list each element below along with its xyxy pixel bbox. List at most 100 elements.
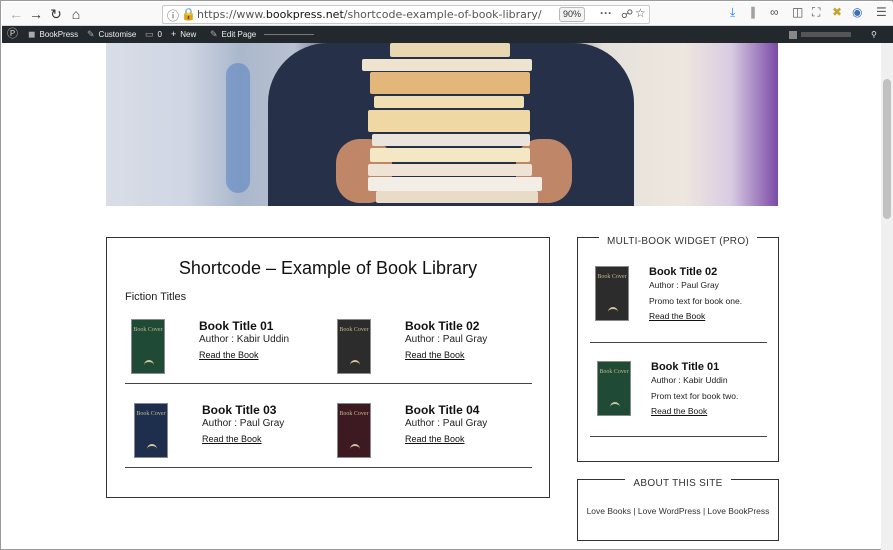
book-card: Book Cover Book Title 04 Author : Paul G… — [331, 403, 531, 473]
customise-item[interactable]: ✎ Customise — [87, 26, 136, 43]
book-title: Book Title 01 — [199, 319, 274, 333]
book-cover-label: Book Cover — [339, 411, 369, 417]
book-cover-label: Book Cover — [339, 327, 369, 333]
sidebar-icon[interactable]: ◫ — [792, 5, 803, 19]
avatar — [789, 30, 797, 39]
hero-book — [372, 134, 530, 146]
wordpress-logo-icon[interactable]: Ⓟ — [7, 26, 22, 43]
widget-title-wrap: ABOUT THIS SITE — [578, 473, 778, 491]
info-icon[interactable]: ⓘ — [167, 7, 179, 24]
hero-book — [370, 72, 530, 94]
browser-window: ← → ↻ ⌂ ⓘ 🔒 https://www.bookpress.net/sh… — [0, 0, 893, 550]
library-icon[interactable]: ∥ — [750, 5, 756, 19]
book-cover-label: Book Cover — [597, 274, 627, 280]
hero-book-stack — [390, 43, 510, 57]
brush-icon: ✎ — [87, 29, 95, 39]
book-cover[interactable]: Book Cover — [134, 403, 168, 458]
book-title: Book Title 04 — [405, 403, 480, 417]
book-promo: Promo text for book one. — [649, 296, 743, 306]
forward-icon[interactable]: → — [26, 4, 46, 24]
url-text[interactable]: https://www.bookpress.net/shortcode-exam… — [197, 8, 542, 21]
book-cover[interactable]: Book Cover — [337, 319, 371, 374]
multi-book-widget: MULTI-BOOK WIDGET (PRO) Book Cover Book … — [577, 236, 779, 462]
read-book-link[interactable]: Read the Book — [651, 406, 707, 416]
widget-book: Book Cover Book Title 01 Author : Kabir … — [592, 361, 770, 435]
hero-book — [362, 59, 532, 71]
book-author: Author : Kabir Uddin — [651, 375, 728, 385]
home-icon[interactable]: ⌂ — [66, 4, 86, 24]
comments-item[interactable]: ▭ 0 — [145, 26, 162, 43]
username-redacted — [801, 32, 851, 38]
book-author: Author : Paul Gray — [405, 418, 488, 429]
book-author: Author : Paul Gray — [649, 280, 719, 290]
widget-title: ABOUT THIS SITE — [625, 478, 731, 489]
lock-icon[interactable]: 🔒 — [181, 7, 196, 21]
book-author: Author : Paul Gray — [405, 334, 488, 345]
book-author: Author : Kabir Uddin — [199, 334, 290, 345]
tracking-shield-icon[interactable]: ☍ — [621, 7, 633, 21]
book-title: Book Title 02 — [405, 319, 480, 333]
cover-logo-icon — [350, 444, 360, 450]
pencil-icon: ✎ — [210, 29, 218, 39]
cover-logo-icon — [608, 307, 618, 313]
read-book-link[interactable]: Read the Book — [405, 434, 465, 444]
hero-image — [106, 43, 778, 206]
widget-book: Book Cover Book Title 02 Author : Paul G… — [590, 266, 768, 340]
notification-icon[interactable]: ◉ — [852, 5, 862, 19]
page-scrollbar[interactable] — [881, 43, 893, 550]
read-book-link[interactable]: Read the Book — [199, 350, 259, 360]
book-cover[interactable]: Book Cover — [595, 266, 629, 321]
book-title: Book Title 03 — [202, 403, 277, 417]
widget-title: MULTI-BOOK WIDGET (PRO) — [598, 236, 758, 247]
bookmark-star-icon[interactable]: ☆ — [635, 6, 646, 20]
edit-page-item[interactable]: ✎ Edit Page — [210, 26, 256, 43]
zoom-level[interactable]: 90% — [559, 7, 585, 22]
crop-icon[interactable]: ⛶ — [812, 5, 820, 20]
book-title: Book Title 02 — [649, 266, 718, 278]
book-author: Author : Paul Gray — [202, 418, 285, 429]
hero-book — [374, 96, 524, 108]
book-cover[interactable]: Book Cover — [131, 319, 165, 374]
dashboard-icon: ◼ — [28, 29, 36, 39]
book-card: Book Cover Book Title 02 Author : Paul G… — [331, 319, 531, 389]
row-divider — [125, 467, 532, 468]
widget-title-wrap: MULTI-BOOK WIDGET (PRO) — [578, 231, 778, 249]
site-name-item[interactable]: ◼ BookPress — [28, 26, 78, 43]
hero-book — [368, 177, 542, 191]
book-card: Book Cover Book Title 01 Author : Kabir … — [125, 319, 325, 389]
reload-icon[interactable]: ↻ — [46, 4, 66, 24]
hero-background-figure — [226, 63, 250, 193]
section-heading: Fiction Titles — [125, 291, 187, 303]
download-icon[interactable]: ⤓ — [730, 5, 735, 20]
about-widget: ABOUT THIS SITE Love Books | Love WordPr… — [577, 478, 779, 541]
book-title: Book Title 01 — [651, 361, 720, 373]
book-cover[interactable]: Book Cover — [337, 403, 371, 458]
read-book-link[interactable]: Read the Book — [649, 311, 705, 321]
cover-logo-icon — [147, 444, 157, 450]
reader-icon[interactable]: ∞ — [770, 5, 779, 19]
new-item[interactable]: + New — [171, 26, 196, 43]
book-promo: Prom text for book two. — [651, 391, 739, 401]
cover-logo-icon — [144, 360, 154, 366]
extension-icon[interactable]: ✖ — [832, 5, 842, 19]
page-actions-icon[interactable]: ··· — [600, 6, 612, 20]
user-account-item[interactable] — [789, 26, 851, 43]
wp-admin-bar: Ⓟ ◼ BookPress ✎ Customise ▭ 0 + New ✎ Edit Pa… — [2, 26, 893, 43]
book-cover[interactable]: Book Cover — [597, 361, 631, 416]
hero-book — [370, 148, 530, 162]
cover-logo-icon — [350, 360, 360, 366]
scrollbar-thumb[interactable] — [883, 79, 891, 219]
book-card: Book Cover Book Title 03 Author : Paul G… — [128, 403, 328, 473]
about-text: Love Books | Love WordPress | Love BookP… — [586, 506, 770, 516]
adminbar-search-icon[interactable]: ⚲ — [871, 26, 877, 43]
widget-divider — [590, 436, 767, 437]
read-book-link[interactable]: Read the Book — [202, 434, 262, 444]
back-icon[interactable]: ← — [6, 4, 26, 24]
menu-icon[interactable]: ☰ — [876, 5, 887, 19]
cover-logo-icon — [610, 402, 620, 408]
plus-icon: + — [171, 29, 177, 39]
row-divider — [125, 383, 532, 384]
read-book-link[interactable]: Read the Book — [405, 350, 465, 360]
address-bar[interactable]: ⓘ 🔒 https://www.bookpress.net/shortcode-… — [162, 5, 650, 24]
browser-toolbar: ← → ↻ ⌂ ⓘ 🔒 https://www.bookpress.net/sh… — [2, 2, 893, 26]
